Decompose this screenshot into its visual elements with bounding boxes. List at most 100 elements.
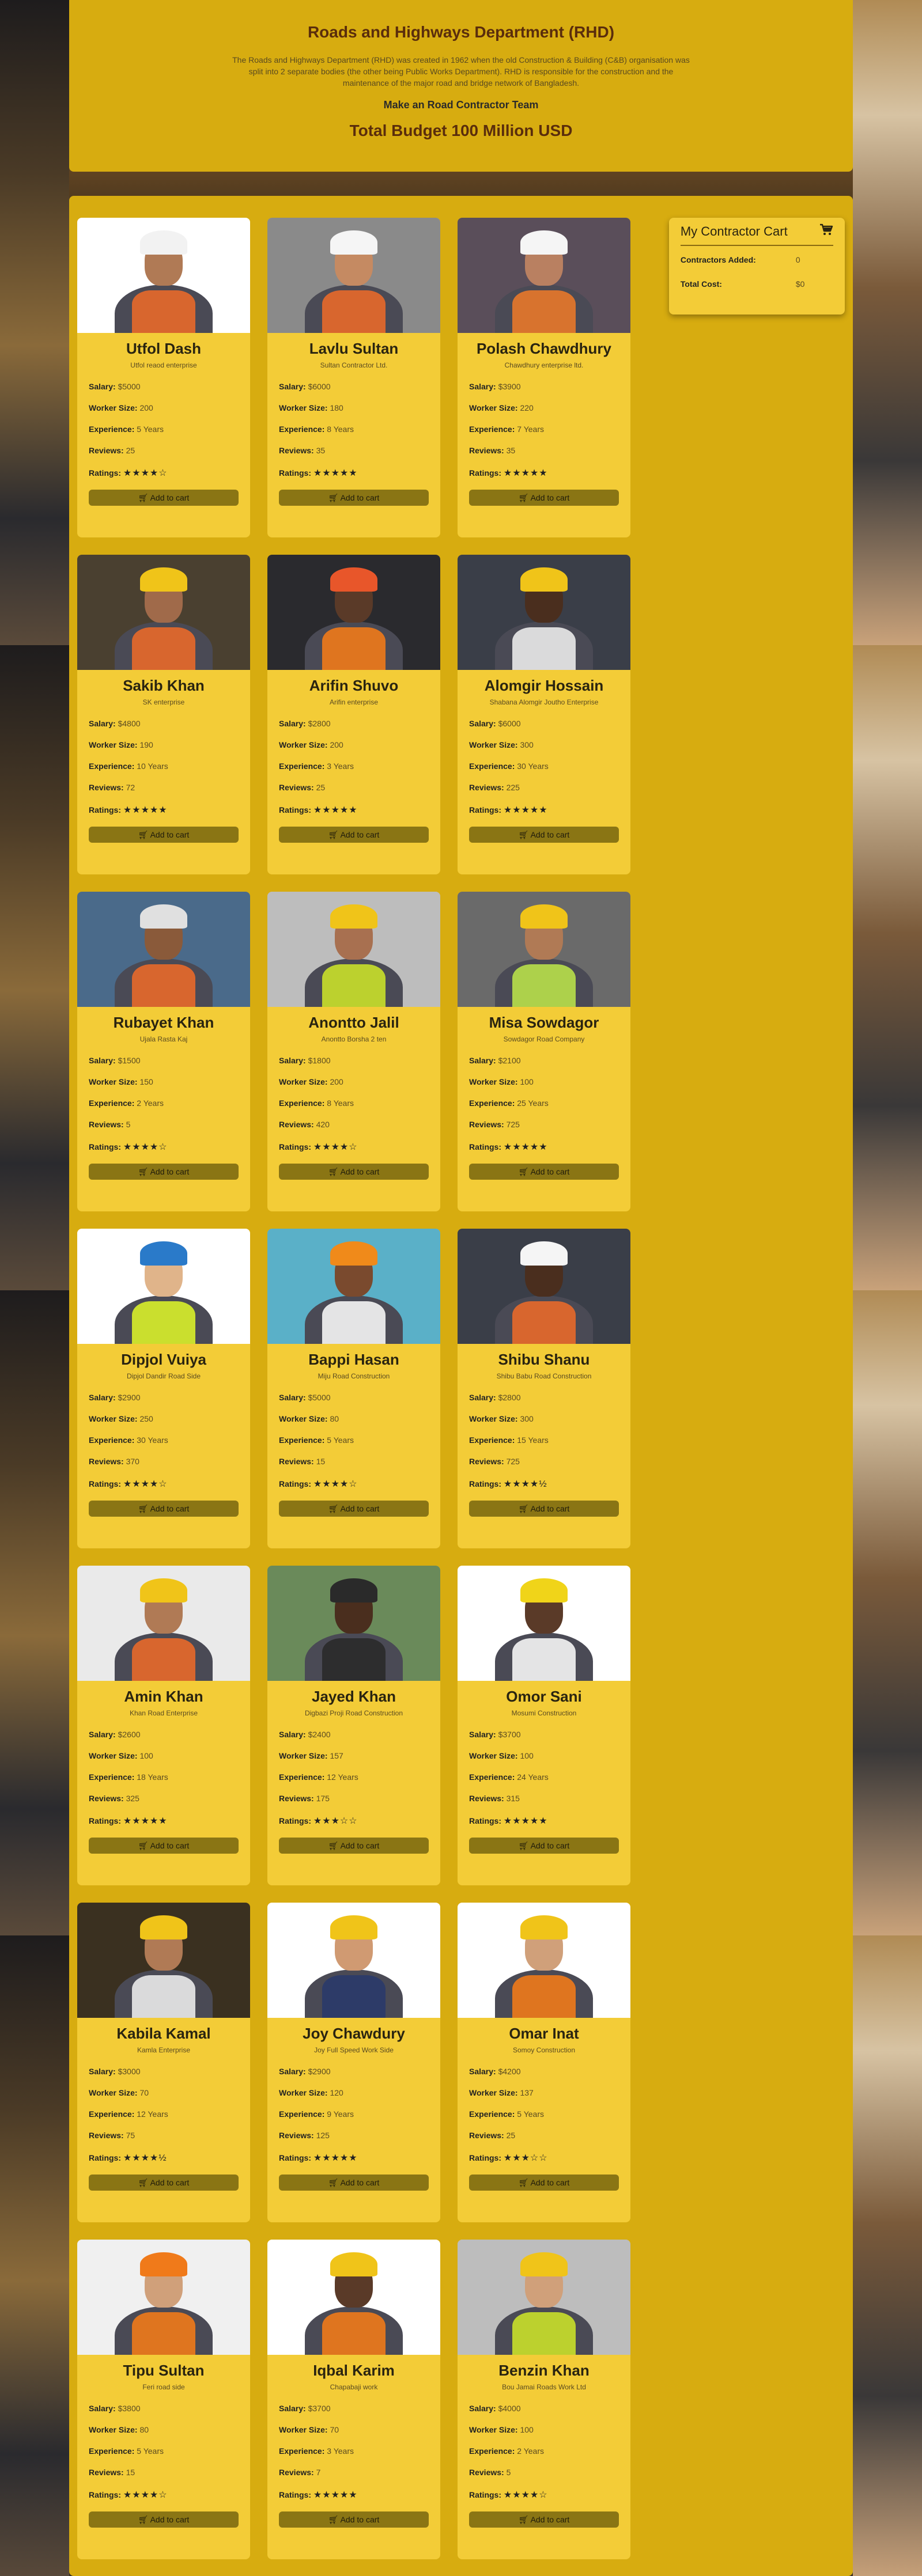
contractor-company: Ujala Rasta Kaj — [139, 1035, 188, 1043]
reviews-row: Reviews: 325 — [89, 1794, 239, 1804]
add-to-cart-button[interactable]: 🛒︎ Add to cart — [89, 1501, 239, 1517]
add-to-cart-button[interactable]: 🛒︎ Add to cart — [279, 1164, 429, 1180]
reviews-value: 25 — [506, 2131, 516, 2140]
add-to-cart-button[interactable]: 🛒︎ Add to cart — [279, 490, 429, 506]
worker-size-value: 120 — [330, 2088, 343, 2097]
hard-hat-icon — [520, 2252, 568, 2276]
ratings-row: Ratings: ★★★★★ — [279, 804, 429, 815]
reviews-value: 225 — [506, 783, 520, 792]
star-rating-icon: ★★★★★ — [123, 1816, 168, 1826]
star-rating-icon: ★★★★★ — [503, 805, 548, 815]
worker-size-row: Worker Size: 220 — [469, 403, 619, 414]
contractor-photo — [77, 892, 250, 1007]
contractor-company: SK enterprise — [142, 698, 185, 706]
add-to-cart-button[interactable]: 🛒︎ Add to cart — [279, 827, 429, 843]
add-to-cart-button[interactable]: 🛒︎ Add to cart — [89, 2175, 239, 2191]
reviews-label: Reviews: — [279, 2468, 314, 2477]
add-to-cart-button[interactable]: 🛒︎ Add to cart — [279, 1501, 429, 1517]
contractor-card: Tipu Sultan Feri road side Salary: $3800… — [77, 2240, 250, 2559]
safety-vest — [132, 1975, 195, 2018]
contractor-name: Alomgir Hossain — [484, 677, 604, 694]
cart-icon: 🛒︎ — [518, 1166, 529, 1176]
worker-size-label: Worker Size: — [279, 2425, 328, 2434]
add-to-cart-button[interactable]: 🛒︎ Add to cart — [469, 1164, 619, 1180]
star-rating-icon: ★★★★★ — [503, 1816, 548, 1826]
cart-cost-label: Total Cost: — [680, 279, 722, 289]
contractor-company: Arifin enterprise — [329, 698, 379, 706]
worker-size-value: 200 — [330, 740, 343, 749]
add-to-cart-button[interactable]: 🛒︎ Add to cart — [89, 1838, 239, 1854]
contractor-photo — [458, 892, 630, 1007]
add-to-cart-button[interactable]: 🛒︎ Add to cart — [89, 490, 239, 506]
safety-vest — [132, 290, 195, 333]
salary-value: $4000 — [498, 2404, 521, 2413]
salary-value: $2800 — [498, 1393, 521, 1402]
add-to-cart-button[interactable]: 🛒︎ Add to cart — [279, 1838, 429, 1854]
add-to-cart-button[interactable]: 🛒︎ Add to cart — [469, 827, 619, 843]
add-to-cart-button[interactable]: 🛒︎ Add to cart — [469, 1838, 619, 1854]
star-rating-icon: ★★★★★ — [503, 468, 548, 478]
hard-hat-icon — [330, 1578, 377, 1603]
experience-row: Experience: 12 Years — [89, 2109, 239, 2120]
contractor-name: Rubayet Khan — [113, 1014, 214, 1031]
worker-size-row: Worker Size: 100 — [89, 1751, 239, 1761]
reviews-value: 175 — [316, 1794, 330, 1803]
contractor-card: Misa Sowdagor Sowdagor Road Company Sala… — [458, 892, 630, 1211]
cart-icon: 🛒︎ — [328, 1166, 339, 1176]
ratings-row: Ratings: ★★★★☆ — [469, 2489, 619, 2500]
contractor-photo — [267, 1229, 440, 1344]
ratings-row: Ratings: ★★★★★ — [279, 2152, 429, 2163]
cart-title: My Contractor Cart — [680, 223, 788, 238]
worker-size-row: Worker Size: 150 — [89, 1077, 239, 1088]
hard-hat-icon — [330, 230, 377, 255]
experience-label: Experience: — [279, 1098, 325, 1108]
reviews-value: 370 — [126, 1457, 139, 1466]
ratings-label: Ratings: — [279, 468, 311, 478]
add-to-cart-button[interactable]: 🛒︎ Add to cart — [89, 2511, 239, 2528]
experience-row: Experience: 3 Years — [279, 762, 429, 772]
total-budget: Total Budget 100 Million USD — [349, 122, 573, 139]
ratings-label: Ratings: — [469, 2153, 501, 2162]
add-to-cart-button[interactable]: 🛒︎ Add to cart — [89, 827, 239, 843]
add-to-cart-button[interactable]: 🛒︎ Add to cart — [279, 2175, 429, 2191]
ratings-row: Ratings: ★★★★☆ — [279, 1141, 429, 1152]
star-rating-icon: ★★★★☆ — [123, 2490, 168, 2500]
contractor-card: Dipjol Vuiya Dipjol Dandir Road Side Sal… — [77, 1229, 250, 1548]
add-to-cart-button[interactable]: 🛒︎ Add to cart — [469, 2175, 619, 2191]
salary-row: Salary: $6000 — [469, 719, 619, 729]
contractor-name: Omor Sani — [506, 1688, 582, 1705]
worker-size-value: 80 — [330, 1414, 339, 1423]
hard-hat-icon — [140, 2252, 187, 2276]
add-to-cart-button[interactable]: 🛒︎ Add to cart — [279, 2511, 429, 2528]
reviews-value: 325 — [126, 1794, 139, 1803]
reviews-label: Reviews: — [279, 2131, 314, 2140]
reviews-label: Reviews: — [279, 1120, 314, 1129]
cart-icon: 🛒︎ — [328, 493, 339, 502]
experience-value: 12 Years — [137, 2109, 168, 2119]
ratings-label: Ratings: — [89, 1142, 121, 1151]
add-to-cart-button[interactable]: 🛒︎ Add to cart — [89, 1164, 239, 1180]
contractor-photo — [77, 555, 250, 670]
add-to-cart-label: Add to cart — [150, 829, 190, 839]
salary-row: Salary: $6000 — [279, 382, 429, 392]
add-to-cart-button[interactable]: 🛒︎ Add to cart — [469, 1501, 619, 1517]
worker-size-label: Worker Size: — [279, 1414, 328, 1423]
reviews-label: Reviews: — [89, 1120, 124, 1129]
experience-label: Experience: — [469, 2446, 515, 2456]
card-body: Rubayet Khan Ujala Rasta Kaj Salary: $15… — [77, 1007, 250, 1211]
page-container: Roads and Highways Department (RHD) The … — [69, 0, 853, 2576]
hard-hat-icon — [330, 567, 377, 592]
add-to-cart-button[interactable]: 🛒︎ Add to cart — [469, 2511, 619, 2528]
contractor-company: Miju Road Construction — [318, 1372, 390, 1380]
add-to-cart-label: Add to cart — [340, 829, 380, 839]
worker-size-label: Worker Size: — [469, 2425, 518, 2434]
salary-row: Salary: $2900 — [279, 2067, 429, 2077]
salary-label: Salary: — [89, 1056, 116, 1065]
experience-row: Experience: 8 Years — [279, 1098, 429, 1109]
add-to-cart-button[interactable]: 🛒︎ Add to cart — [469, 490, 619, 506]
reviews-value: 25 — [126, 446, 135, 455]
contractor-name: Bappi Hasan — [308, 1351, 399, 1368]
worker-size-row: Worker Size: 100 — [469, 1077, 619, 1088]
reviews-value: 7 — [316, 2468, 321, 2477]
hard-hat-icon — [140, 1915, 187, 1939]
